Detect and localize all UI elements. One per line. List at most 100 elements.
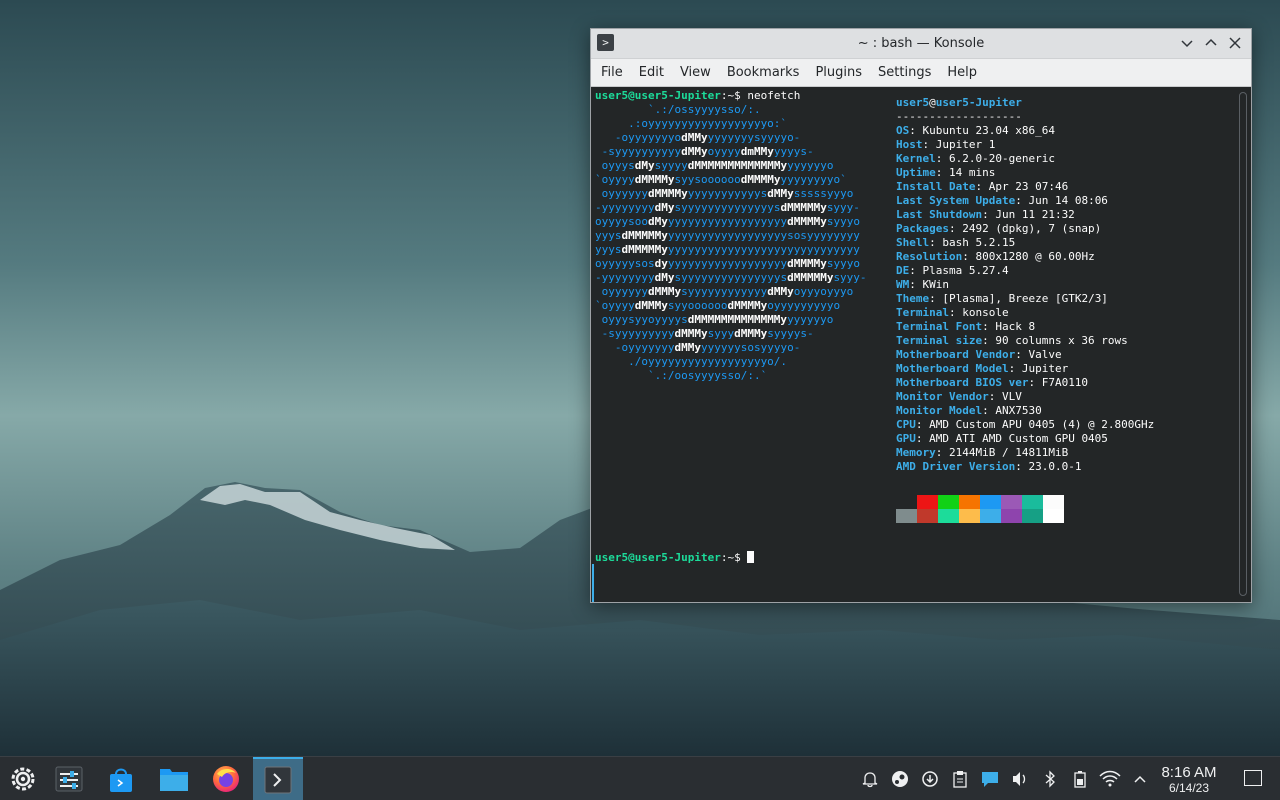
menu-file[interactable]: File [595,65,629,80]
info-value: : Jun 14 08:06 [1015,194,1108,207]
terminal-area[interactable]: user5@user5-Jupiter:~$ neofetch `.:/ossy… [591,88,1251,602]
info-value: : Valve [1015,348,1062,361]
title-bar[interactable]: > ~ : bash — Konsole [591,29,1251,59]
info-value: : Apr 23 07:46 [975,180,1069,193]
info-key: Packages [896,222,949,235]
window-title: ~ : bash — Konsole [857,36,985,51]
logo-line: `.:/ossyyyysso/:. [595,103,761,116]
logo-line: oyyysyyoyyyysdMMMMMMMMMMMMMyyyyyyyo [595,313,834,326]
scrollbar[interactable] [1239,92,1247,596]
info-value: : Kubuntu 23.04 x86_64 [909,124,1055,137]
info-key: GPU [896,432,916,445]
info-key: Motherboard Model [896,362,1009,375]
menu-bar: File Edit View Bookmarks Plugins Setting… [591,59,1251,87]
maximize-button[interactable] [1201,33,1221,53]
info-key: OS [896,124,910,137]
info-value: : F7A0110 [1028,376,1089,389]
close-button[interactable] [1225,33,1245,53]
logo-line: -syyyyyyyyyydMMyoyyyydmMMyyyyys- [595,145,814,158]
logo-line: -oyyyyyyyodMMyyyyyyyysyyyyo- [595,131,801,144]
info-value: : Hack 8 [982,320,1036,333]
clock-date: 6/14/23 [1168,781,1210,795]
info-key: CPU [896,418,916,431]
text-cursor [747,551,755,563]
palette-swatch [1001,495,1022,509]
dolphin-button[interactable] [151,757,197,800]
wifi-icon[interactable] [1098,767,1122,791]
color-palette [896,495,1064,523]
chevron-up-icon[interactable] [1128,767,1152,791]
palette-swatch [896,509,917,523]
command-text: neofetch [747,89,801,102]
folder-icon [160,769,188,791]
info-key: Resolution [896,250,963,263]
info-value: : Jun 11 21:32 [982,208,1075,221]
steam-icon[interactable] [888,767,912,791]
info-key: Last System Update [896,194,1016,207]
info-key: WM [896,278,910,291]
menu-view[interactable]: View [674,65,717,80]
palette-swatch [1001,509,1022,523]
active-prompt: user5@user5-Jupiter:~$ [595,551,755,565]
palette-swatch [938,495,959,509]
app-launcher-button[interactable] [0,757,46,800]
palette-swatch [980,509,1001,523]
palette-swatch [959,509,980,523]
prompt-suffix: :~$ [720,89,748,102]
info-key: Memory [896,446,936,459]
firefox-icon [213,766,239,792]
chevron-down-icon [1181,40,1193,48]
info-key: Kernel [896,152,936,165]
konsole-window[interactable]: > ~ : bash — Konsole File Edit View Book… [590,28,1252,603]
info-user: user5 [896,96,930,109]
info-key: Uptime [896,166,936,179]
info-key: AMD Driver Version [896,460,1016,473]
info-value: : 800x1280 @ 60.00Hz [962,250,1095,263]
info-value: : Plasma 5.27.4 [909,264,1009,277]
palette-swatch [959,495,980,509]
info-key: Motherboard BIOS ver [896,376,1029,389]
chat-icon[interactable] [978,767,1002,791]
logo-line: `oyyyydMMMysyyoooooodMMMMyoyyyyyyyyyo [595,299,841,312]
firefox-button[interactable] [203,757,249,800]
battery-icon[interactable] [1068,767,1092,791]
info-value: : Jupiter 1 [922,138,996,151]
menu-edit[interactable]: Edit [633,65,670,80]
terminal-icon [264,766,292,794]
shopping-bag-icon [110,768,132,792]
digital-clock[interactable]: 8:16 AM 6/14/23 [1156,764,1222,795]
show-desktop-button[interactable] [1244,770,1262,786]
info-key: Shell [896,236,930,249]
notification-bell-icon[interactable] [858,767,882,791]
system-tray [855,757,1155,800]
info-separator: ------------------- [896,110,1022,123]
sliders-icon [55,766,83,792]
clipboard-icon[interactable] [948,767,972,791]
info-key: DE [896,264,910,277]
minimize-button[interactable] [1177,33,1197,53]
logo-line: oyyyyyydMMMMyyyyyyyyyyyysdMMysssssyyyo [595,187,854,200]
menu-plugins[interactable]: Plugins [809,65,868,80]
menu-help[interactable]: Help [941,65,983,80]
bluetooth-icon[interactable] [1038,767,1062,791]
palette-swatch [1043,509,1064,523]
system-settings-button[interactable] [46,757,92,800]
info-value: : AMD Custom APU 0405 (4) @ 2.800GHz [915,418,1155,431]
logo-line: -oyyyyyyydMMyyyyyyysosyyyyo- [595,341,801,354]
discover-button[interactable] [98,757,144,800]
info-key: Theme [896,292,930,305]
menu-bookmarks[interactable]: Bookmarks [721,65,806,80]
info-value: : AMD ATI AMD Custom GPU 0405 [915,432,1108,445]
konsole-taskbar-button[interactable] [253,757,303,800]
focus-indicator [592,564,594,602]
palette-swatch [896,495,917,509]
info-key: Motherboard Vendor [896,348,1016,361]
logo-line: oyyyyysosdyyyyyyyyyyyyyyyyyyydMMMMysyyyo [595,257,860,270]
logo-line: oyyysdMysyyyydMMMMMMMMMMMMMyyyyyyyo [595,159,834,172]
menu-settings[interactable]: Settings [872,65,937,80]
update-icon[interactable] [918,767,942,791]
command-line: user5@user5-Jupiter:~$ neofetch [595,89,800,103]
logo-line: -yyyyyyyydMysyyyyyyyyyyyyyysdMMMMMysyyy- [595,201,860,214]
volume-icon[interactable] [1008,767,1032,791]
palette-swatch [1022,509,1043,523]
